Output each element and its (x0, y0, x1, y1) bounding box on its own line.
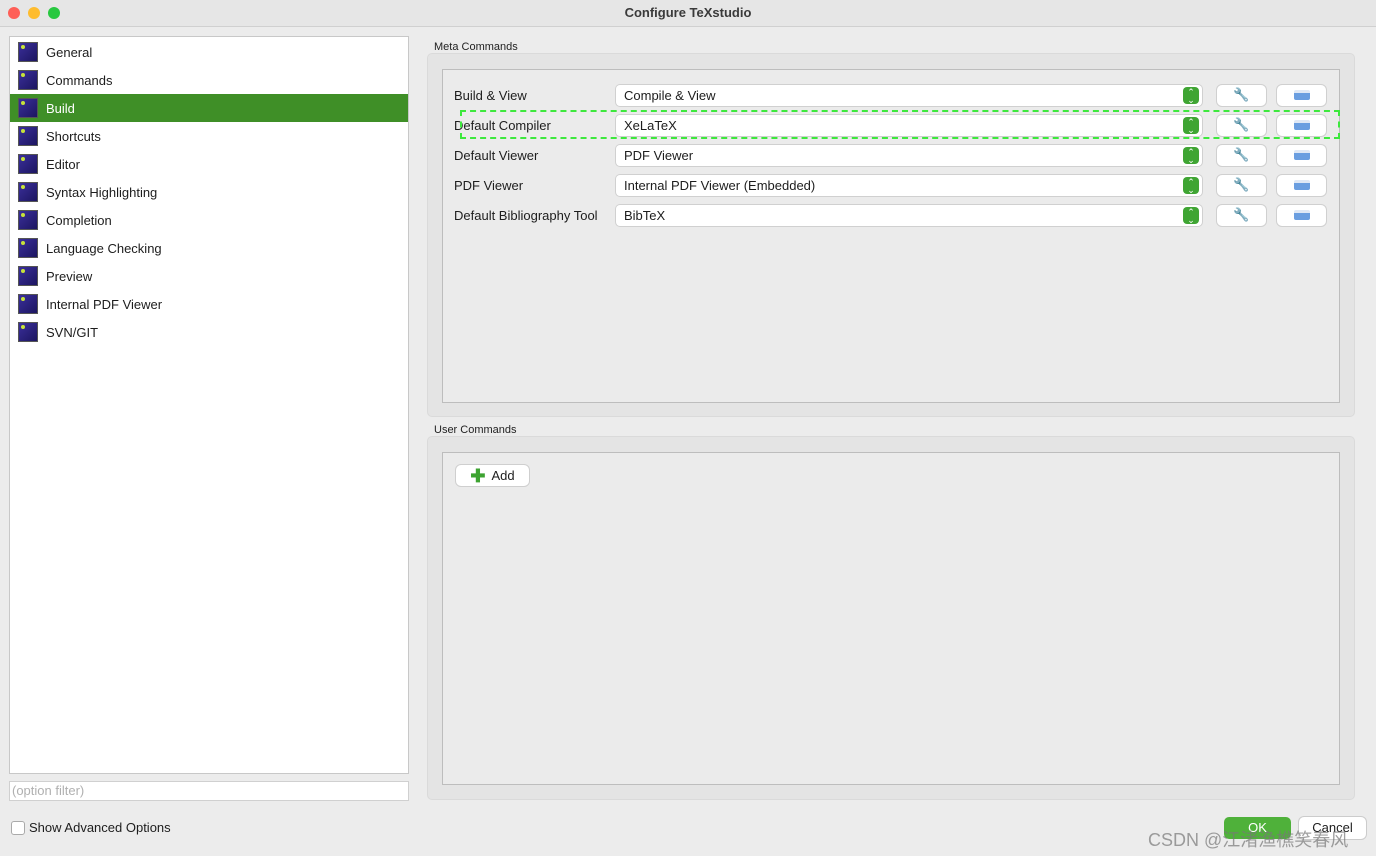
category-icon (18, 42, 38, 62)
row-label: Build & View (454, 87, 527, 103)
command-select[interactable]: PDF Viewer ⌃ ⌄ (616, 144, 1202, 166)
category-icon (18, 70, 38, 90)
minimize-window-button[interactable] (28, 7, 40, 19)
add-label: Add (491, 468, 515, 483)
user-commands-panel (442, 452, 1340, 785)
printer-icon (1293, 210, 1310, 220)
wrench-icon: 🔧 (1233, 177, 1250, 192)
row-label: PDF Viewer (454, 177, 524, 193)
print-button[interactable] (1277, 174, 1326, 196)
row-label: Default Viewer (454, 147, 539, 163)
sidebar-item-svn-git[interactable]: SVN/GIT (10, 318, 408, 346)
plus-icon: ✚ (470, 465, 486, 486)
select-value: PDF Viewer (624, 147, 694, 163)
sidebar-item-general[interactable]: General (10, 38, 408, 66)
sidebar-item-label: SVN/GIT (46, 324, 99, 340)
show-advanced-options[interactable]: Show Advanced Options (11, 820, 171, 835)
print-button[interactable] (1277, 144, 1326, 166)
printer-icon (1293, 90, 1310, 100)
option-filter-input[interactable]: (option filter) (9, 781, 409, 801)
watermark: CSDN @江渚渔樵笑春风 (1148, 830, 1349, 850)
select-value: Compile & View (624, 87, 716, 103)
chevron-updown-icon: ⌃ ⌄ (1183, 86, 1199, 104)
category-icon (18, 154, 38, 174)
chevron-updown-icon: ⌃ ⌄ (1183, 146, 1199, 164)
sidebar-item-shortcuts[interactable]: Shortcuts (10, 122, 408, 150)
chevron-updown-icon: ⌃ ⌄ (1183, 176, 1199, 194)
zoom-window-button[interactable] (48, 7, 60, 19)
category-icon (18, 182, 38, 202)
category-icon (18, 98, 38, 118)
sidebar-item-preview[interactable]: Preview (10, 262, 408, 290)
wrench-icon: 🔧 (1233, 147, 1250, 162)
user-commands-title: User Commands (434, 424, 517, 436)
meta-command-row: Build & View Compile & View ⌃ ⌄ 🔧 (454, 84, 1326, 106)
sidebar-item-syntax-highlighting[interactable]: Syntax Highlighting (10, 178, 408, 206)
settings-category-list[interactable]: General Commands Build Shortcuts Editor Synta… (9, 36, 409, 774)
sidebar-item-label: Preview (46, 268, 93, 284)
advanced-label: Show Advanced Options (29, 820, 171, 835)
sidebar-item-internal-pdf-viewer[interactable]: Internal PDF Viewer (10, 290, 408, 318)
sidebar-item-label: Completion (46, 212, 112, 228)
command-select[interactable]: Internal PDF Viewer (Embedded) ⌃ ⌄ (616, 174, 1202, 196)
sidebar-item-label: General (46, 44, 93, 60)
advanced-checkbox[interactable] (11, 820, 25, 835)
print-button[interactable] (1277, 204, 1326, 226)
configure-button[interactable]: 🔧 (1217, 84, 1266, 106)
command-select[interactable]: BibTeX ⌃ ⌄ (616, 204, 1202, 226)
chevron-updown-icon: ⌃ ⌄ (1183, 206, 1199, 224)
wrench-icon: 🔧 (1233, 87, 1250, 102)
sidebar-item-build[interactable]: Build (10, 94, 408, 122)
sidebar-item-label: Shortcuts (46, 128, 101, 144)
configure-button[interactable]: 🔧 (1217, 174, 1266, 196)
sidebar-item-label: Build (46, 100, 75, 116)
meta-command-row: Default Viewer PDF Viewer ⌃ ⌄ 🔧 (454, 144, 1326, 166)
title-bar: Configure TeXstudio (0, 0, 1376, 27)
sidebar-item-label: Commands (46, 72, 113, 88)
printer-icon (1293, 150, 1310, 160)
sidebar-item-label: Language Checking (46, 240, 162, 256)
window-title: Configure TeXstudio (624, 5, 752, 20)
row-label: Default Bibliography Tool (454, 207, 598, 223)
sidebar-item-editor[interactable]: Editor (10, 150, 408, 178)
sidebar-item-completion[interactable]: Completion (10, 206, 408, 234)
sidebar-item-label: Syntax Highlighting (46, 184, 158, 200)
sidebar-item-label: Internal PDF Viewer (46, 296, 163, 312)
select-value: BibTeX (624, 207, 666, 223)
printer-icon (1293, 180, 1310, 190)
select-value: Internal PDF Viewer (Embedded) (624, 177, 816, 193)
category-icon (18, 238, 38, 258)
highlight-box (460, 110, 1340, 139)
sidebar-item-label: Editor (46, 156, 80, 172)
sidebar-item-language-checking[interactable]: Language Checking (10, 234, 408, 262)
meta-command-row: PDF Viewer Internal PDF Viewer (Embedded… (454, 174, 1326, 196)
add-command-button[interactable]: ✚ Add (456, 465, 529, 486)
category-icon (18, 294, 38, 314)
category-icon (18, 210, 38, 230)
print-button[interactable] (1277, 84, 1326, 106)
sidebar-item-commands[interactable]: Commands (10, 66, 408, 94)
wrench-icon: 🔧 (1233, 207, 1250, 222)
category-icon (18, 322, 38, 342)
configure-button[interactable]: 🔧 (1217, 204, 1266, 226)
configure-button[interactable]: 🔧 (1217, 144, 1266, 166)
meta-commands-title: Meta Commands (434, 41, 518, 53)
command-select[interactable]: Compile & View ⌃ ⌄ (616, 84, 1202, 106)
meta-command-row: Default Bibliography Tool BibTeX ⌃ ⌄ 🔧 (454, 204, 1326, 226)
category-icon (18, 126, 38, 146)
category-icon (18, 266, 38, 286)
close-window-button[interactable] (8, 7, 20, 19)
